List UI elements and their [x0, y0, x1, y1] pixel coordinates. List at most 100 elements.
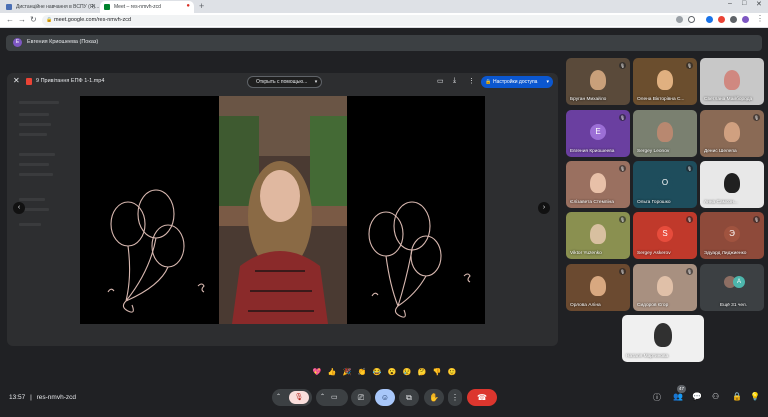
reaction-button[interactable]: 🎉: [341, 367, 353, 379]
maximize-icon[interactable]: □: [742, 0, 746, 7]
phone-hangup-icon: ☎: [477, 393, 487, 402]
meeting-time: 13:57: [9, 394, 26, 401]
profile-avatar[interactable]: [742, 16, 749, 23]
presenter-label: Евгения Криошеева (Показ): [27, 39, 99, 45]
more-icon[interactable]: ⋮: [468, 77, 475, 85]
comment-icon[interactable]: ▭: [437, 77, 444, 85]
bookmark-icon[interactable]: [688, 16, 695, 23]
reaction-button[interactable]: 🙂: [446, 367, 458, 379]
forward-icon[interactable]: →: [18, 15, 26, 24]
chevron-up-icon[interactable]: ⌃: [276, 389, 281, 406]
tab-meet[interactable]: Meet – res-nmvh-zcd ●: [100, 1, 194, 13]
reaction-button[interactable]: 💖: [311, 367, 323, 379]
extension-icon[interactable]: [718, 16, 725, 23]
breakout-icon[interactable]: 💡: [750, 392, 760, 401]
extension-icon[interactable]: [706, 16, 713, 23]
mic-off-icon: 🎙: [686, 216, 693, 223]
participant-tile[interactable]: Э Эдуард Лиджиенко 🎙: [700, 212, 764, 259]
previous-file-button[interactable]: ‹: [13, 202, 25, 214]
open-with-dropdown[interactable]: Открыть с помощью... ▾: [247, 76, 323, 88]
new-tab-button[interactable]: +: [199, 1, 204, 11]
url-field[interactable]: 🔒 meet.google.com/res-nmvh-zcd: [42, 15, 692, 26]
participant-tile[interactable]: Анна Самсон...: [700, 161, 764, 208]
hand-icon: ✋: [429, 393, 439, 402]
participant-name: Єлізавета Стемпіна: [570, 200, 614, 205]
mic-off-icon: 🎙: [619, 165, 626, 172]
chevron-up-icon[interactable]: ⌃: [320, 389, 325, 406]
host-controls-icon[interactable]: 🔒: [732, 392, 742, 401]
close-tab-icon[interactable]: ✕: [91, 3, 96, 10]
camera-icon[interactable]: ▭: [331, 389, 338, 406]
participant-tile[interactable]: Сидоров Єгор 🎙: [633, 264, 697, 311]
participant-photo: [724, 70, 740, 90]
leave-call-button[interactable]: ☎: [467, 389, 497, 406]
video-file-icon: [26, 78, 32, 85]
browser-menu-icon[interactable]: ⋮: [756, 14, 764, 23]
participant-tile[interactable]: Светлана Майборода: [700, 58, 764, 105]
mic-off-icon: 🎙: [619, 216, 626, 223]
participant-tile[interactable]: S Sergey Askerov 🎙: [633, 212, 697, 259]
mic-off-icon: 🎙: [686, 165, 693, 172]
mic-off-icon: 🎙: [753, 216, 760, 223]
participant-tile[interactable]: Бруган Михайло 🎙: [566, 58, 630, 105]
participant-name: Эдуард Лиджиенко: [704, 251, 747, 256]
participant-name: Анна Самсон...: [704, 200, 738, 205]
avatar: Е: [13, 38, 22, 47]
participant-tile[interactable]: Орлова Аліна 🎙: [566, 264, 630, 311]
camera-permission-icon[interactable]: [676, 16, 683, 23]
avatar: Е: [590, 123, 606, 140]
back-icon[interactable]: ←: [6, 15, 14, 24]
participant-tile[interactable]: Е Евгения Криошеева 🎙: [566, 110, 630, 157]
chat-icon[interactable]: 💬: [692, 392, 702, 401]
participant-tile[interactable]: Viktor Yuzenko 🎙: [566, 212, 630, 259]
captions-button[interactable]: ⎚: [351, 389, 371, 406]
reload-icon[interactable]: ↻: [30, 15, 37, 24]
mic-off-icon: 🎙: [619, 268, 626, 275]
lock-icon: 🔒: [485, 79, 492, 85]
more-options-button[interactable]: ⋮: [448, 389, 462, 406]
reaction-button[interactable]: 👎: [431, 367, 443, 379]
people-icon[interactable]: 👥: [673, 392, 683, 401]
avatar: О: [657, 174, 673, 191]
download-icon[interactable]: ⤓: [453, 77, 456, 85]
participant-photo: [724, 173, 740, 193]
share-access-button[interactable]: 🔒 Настройки доступа ▾: [481, 76, 553, 88]
mic-off-icon[interactable]: 🎙: [289, 391, 309, 404]
reaction-button[interactable]: 😂: [371, 367, 383, 379]
reaction-button[interactable]: 👍: [326, 367, 338, 379]
tab-distance-learning[interactable]: Дистанційне навчання в ВСПУ (Я)... ✕: [2, 1, 100, 13]
camera-control[interactable]: ⌃ ▭: [316, 389, 348, 406]
close-window-icon[interactable]: ✕: [756, 0, 762, 8]
participant-tile[interactable]: Денис Шелепа 🎙: [700, 110, 764, 157]
tab-title: Дистанційне навчання в ВСПУ (Я)...: [16, 4, 100, 10]
participant-tile[interactable]: О Ольга Горошко 🎙: [633, 161, 697, 208]
reaction-button[interactable]: 😢: [401, 367, 413, 379]
extensions-puzzle-icon[interactable]: [730, 16, 737, 23]
participant-tile[interactable]: A Ещё 31 чел.: [700, 264, 764, 311]
meeting-details-icon[interactable]: ⓘ: [653, 392, 661, 403]
mic-off-icon: 🎙: [619, 114, 626, 121]
activities-icon[interactable]: ⚇: [712, 392, 719, 401]
file-name: 9 Привітання ЕПФ 1-1.mp4: [36, 78, 105, 84]
participant-name: Сидоров Єгор: [637, 303, 669, 308]
participant-photo: [590, 173, 606, 193]
reaction-button[interactable]: 👏: [356, 367, 368, 379]
participant-photo: [657, 276, 673, 296]
reaction-button[interactable]: 😮: [386, 367, 398, 379]
participant-tile[interactable]: Єлізавета Стемпіна 🎙: [566, 161, 630, 208]
participant-tile[interactable]: Sergey Leonov: [633, 110, 697, 157]
self-view-tile[interactable]: Наталя Мартинова: [622, 315, 704, 362]
raise-hand-button[interactable]: ✋: [424, 389, 444, 406]
participant-name: Евгения Криошеева: [570, 149, 615, 154]
microphone-control[interactable]: ⌃ 🎙: [272, 389, 312, 406]
minimize-icon[interactable]: –: [728, 0, 732, 7]
close-icon[interactable]: ✕: [13, 76, 20, 85]
participant-tile[interactable]: Олена Вікторівна С... 🎙: [633, 58, 697, 105]
reaction-button[interactable]: 🤔: [416, 367, 428, 379]
participant-name: Светлана Майборода: [704, 97, 753, 102]
next-file-button[interactable]: ›: [538, 202, 550, 214]
reactions-button[interactable]: ☺: [375, 389, 395, 406]
present-screen-button[interactable]: ⧉: [399, 389, 419, 406]
video-player[interactable]: [80, 96, 485, 324]
captions-icon: ⎚: [357, 393, 365, 402]
